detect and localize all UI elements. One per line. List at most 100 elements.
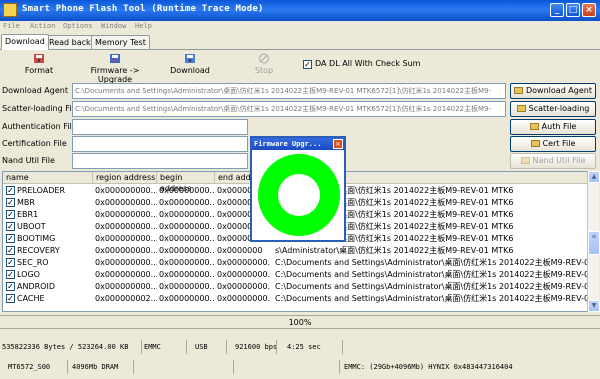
- cell-name: CACHE: [17, 294, 45, 303]
- table-row[interactable]: ✓ CACHE 0x000000002... 0x00000000... 0x00000…: [3, 293, 587, 305]
- status-bar-1: 535822336 Bytes / 523264.00 KB EMMC USB …: [0, 340, 600, 354]
- row-checkbox[interactable]: ✓: [6, 258, 15, 267]
- table-row[interactable]: ✓ ANDROID 0x000000000... 0x00000000... 0x000…: [3, 281, 588, 293]
- menu-help[interactable]: Help: [135, 22, 152, 30]
- cell-region: 0x000000000...: [95, 222, 157, 231]
- status-extra: [343, 340, 600, 354]
- scroll-up-arrow-icon[interactable]: ▲: [588, 171, 600, 183]
- list-scrollbar[interactable]: ▲ ≡ ▼: [587, 171, 600, 312]
- cell-path: C:\Documents and Settings\Administrator\…: [275, 270, 588, 279]
- folder-icon: [530, 140, 540, 147]
- scatter-loading-field[interactable]: C:\Documents and Settings\Administrator\…: [72, 101, 506, 117]
- firmware-upgrade-icon: [110, 54, 120, 63]
- table-row[interactable]: ✓ SEC_RO 0x000000000... 0x00000000... 0x0000…: [3, 257, 588, 269]
- auth-file-button[interactable]: Auth File: [510, 119, 596, 135]
- format-button[interactable]: Format: [4, 53, 74, 81]
- cell-begin: 0x00000000...: [159, 258, 215, 267]
- row-checkbox[interactable]: ✓: [6, 210, 15, 219]
- cell-end: 0x00000000...: [217, 270, 271, 279]
- stop-button[interactable]: Stop: [229, 53, 299, 81]
- format-label: Format: [24, 66, 54, 75]
- row-checkbox[interactable]: ✓: [6, 282, 15, 291]
- col-begin-address[interactable]: begin address: [157, 172, 215, 193]
- status-blank-2: [234, 360, 340, 374]
- maximize-button[interactable]: □: [566, 3, 580, 17]
- cert-file-button-label: Cert File: [542, 139, 576, 148]
- menu-window[interactable]: Window: [101, 22, 126, 30]
- folder-icon: [514, 87, 523, 94]
- status-chip: MT6572_S00: [0, 360, 68, 374]
- table-row[interactable]: ✓ LOGO 0x000000000... 0x00000000... 0x000000…: [3, 269, 588, 281]
- col-name[interactable]: name: [3, 172, 93, 184]
- cell-name: SEC_RO: [17, 258, 49, 267]
- col-region-address[interactable]: region address: [93, 172, 157, 184]
- auth-file-field[interactable]: [72, 119, 248, 135]
- download-agent-label: Download Agent: [2, 86, 68, 95]
- cell-region: 0x000000000...: [95, 270, 157, 279]
- row-checkbox[interactable]: ✓: [6, 222, 15, 231]
- da-dl-checkbox[interactable]: ✓: [303, 60, 312, 69]
- row-checkbox[interactable]: ✓: [6, 246, 15, 255]
- cell-region: 0x000000000...: [95, 246, 157, 255]
- cell-begin: 0x00000000...: [159, 198, 215, 207]
- cell-name: LOGO: [17, 270, 40, 279]
- status-time: 4:25 sec: [277, 340, 343, 354]
- row-checkbox[interactable]: ✓: [6, 186, 15, 195]
- minimize-button[interactable]: _: [550, 3, 564, 17]
- menu-action[interactable]: Action: [30, 22, 55, 30]
- scatter-loading-button-label: Scatter-loading: [528, 104, 590, 113]
- cell-begin: 0x00000000...: [159, 234, 215, 243]
- menu-options[interactable]: Options: [63, 22, 93, 30]
- scroll-thumb[interactable]: ≡: [588, 231, 600, 255]
- scatter-loading-button[interactable]: Scatter-loading: [510, 101, 596, 117]
- cell-name: UBOOT: [17, 222, 46, 231]
- menu-bar: File Action Options Window Help: [0, 21, 600, 33]
- cell-region: 0x000000000...: [95, 258, 157, 267]
- tab-memory-test[interactable]: Memory Test: [91, 35, 150, 50]
- folder-icon: [529, 123, 539, 130]
- table-row[interactable]: ✓ RECOVERY 0x000000000... 0x00000000... 0x00…: [3, 245, 587, 257]
- scatter-loading-label: Scatter-loading File: [2, 104, 79, 113]
- cell-begin: 0x00000000...: [159, 270, 215, 279]
- download-agent-field[interactable]: C:\Documents and Settings\Administrator\…: [72, 83, 506, 99]
- cell-path: C:\Documents and Settings\Administrator\…: [275, 282, 588, 291]
- cert-file-button[interactable]: Cert File: [510, 136, 596, 152]
- status-storage: EMMC: [142, 340, 187, 354]
- close-button[interactable]: ×: [582, 3, 596, 17]
- nand-util-button[interactable]: Nand Util File: [510, 153, 596, 169]
- status-emmc-info: EMMC: (29Gb+4096Mb) HYNIX 0x483447316404: [344, 363, 513, 371]
- app-icon: [3, 3, 17, 17]
- cell-region: 0x000000002...: [95, 294, 157, 303]
- download-agent-button-label: Download Agent: [526, 86, 592, 95]
- download-button[interactable]: Download: [155, 53, 225, 81]
- tab-read-back[interactable]: Read back: [45, 35, 95, 50]
- status-port: USB: [187, 340, 227, 354]
- row-checkbox[interactable]: ✓: [6, 234, 15, 243]
- cell-begin: 0x00000000...: [159, 210, 215, 219]
- nand-util-button-label: Nand Util File: [532, 156, 586, 165]
- cell-path: C:\Documents and Settings\Administrator\…: [275, 258, 588, 267]
- cell-name: BOOTIMG: [17, 234, 56, 243]
- cell-begin: 0x00000000...: [159, 294, 215, 303]
- folder-icon: [516, 105, 526, 112]
- menu-file[interactable]: File: [3, 22, 20, 30]
- folder-icon: [520, 157, 530, 164]
- tab-download[interactable]: Download: [1, 34, 49, 50]
- firmware-upgrade-button[interactable]: Firmware -> Upgrade: [79, 53, 151, 84]
- scroll-down-arrow-icon[interactable]: ▼: [588, 300, 600, 312]
- auth-file-label: Authentication File: [2, 122, 77, 131]
- dialog-close-icon[interactable]: ×: [333, 139, 343, 149]
- progress-text: 100%: [288, 318, 312, 327]
- cell-region: 0x000000000...: [95, 282, 157, 291]
- download-agent-button[interactable]: Download Agent: [510, 83, 596, 99]
- progress-bar: 100%: [0, 315, 600, 329]
- row-checkbox[interactable]: ✓: [6, 270, 15, 279]
- row-checkbox[interactable]: ✓: [6, 198, 15, 207]
- title-bar: Smart Phone Flash Tool (Runtime Trace Mo…: [0, 0, 600, 21]
- progress-ring-icon: [258, 154, 340, 236]
- cell-region: 0x000000000...: [95, 186, 157, 195]
- cert-file-field[interactable]: [72, 136, 248, 152]
- cell-name: EBR1: [17, 210, 39, 219]
- row-checkbox[interactable]: ✓: [6, 294, 15, 303]
- nand-util-field[interactable]: [72, 153, 248, 169]
